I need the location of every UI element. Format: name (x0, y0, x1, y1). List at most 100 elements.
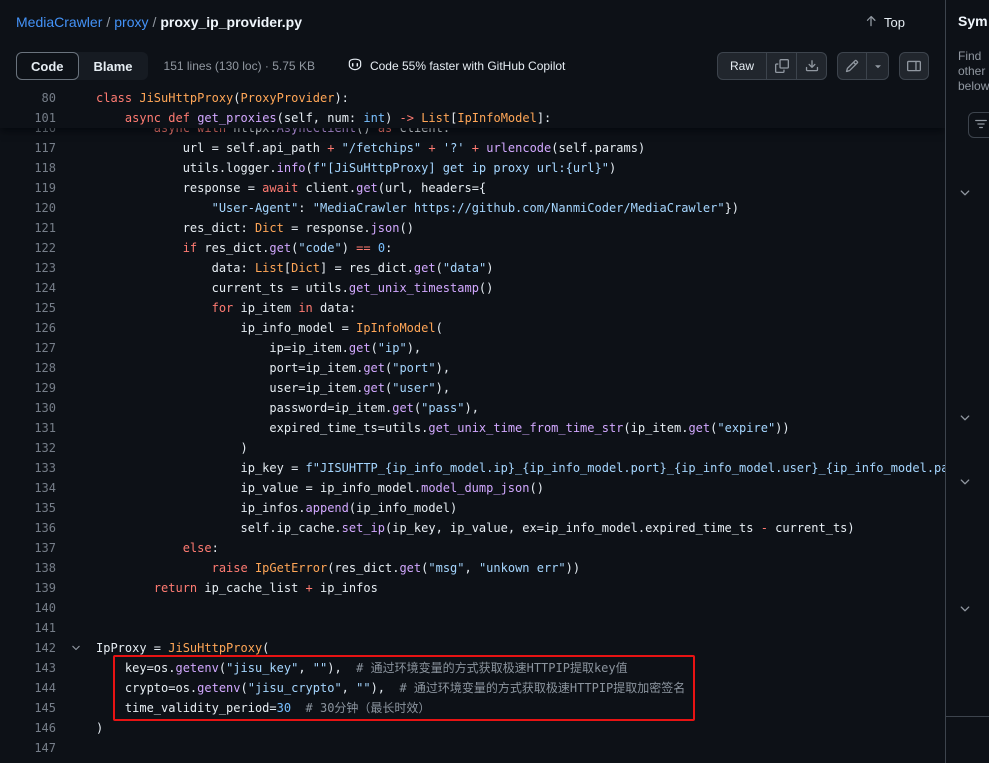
line-number[interactable]: 101 (0, 108, 56, 128)
line-number[interactable]: 131 (0, 418, 56, 438)
line-number[interactable]: 122 (0, 238, 56, 258)
line-number[interactable]: 137 (0, 538, 56, 558)
symbol-expander-icon[interactable] (958, 186, 972, 200)
symbol-expander-icon[interactable] (958, 475, 972, 489)
code-text: self.ip_cache.set_ip(ip_key, ip_value, e… (96, 518, 945, 538)
arrow-up-icon (864, 14, 878, 31)
line-number[interactable]: 123 (0, 258, 56, 278)
fold-gutter (56, 678, 96, 698)
code-text: data: List[Dict] = res_dict.get("data") (96, 258, 945, 278)
line-number[interactable]: 138 (0, 558, 56, 578)
code-line: 138 raise IpGetError(res_dict.get("msg",… (0, 558, 945, 578)
line-number[interactable]: 147 (0, 738, 56, 758)
code-blame-toggle: Code Blame (16, 52, 148, 80)
code-text: ip_infos.append(ip_info_model) (96, 498, 945, 518)
line-number[interactable]: 135 (0, 498, 56, 518)
breadcrumb-repo-link[interactable]: MediaCrawler (16, 14, 102, 30)
line-number[interactable]: 134 (0, 478, 56, 498)
fold-gutter (56, 458, 96, 478)
code-text: ip=ip_item.get("ip"), (96, 338, 945, 358)
download-raw-button[interactable] (797, 52, 827, 80)
line-number[interactable]: 133 (0, 458, 56, 478)
filter-icon (974, 117, 988, 134)
fold-gutter (56, 518, 96, 538)
edit-file-button[interactable] (837, 52, 867, 80)
line-number[interactable]: 145 (0, 698, 56, 718)
line-number[interactable]: 130 (0, 398, 56, 418)
fold-gutter (56, 538, 96, 558)
filter-button[interactable] (968, 112, 989, 138)
breadcrumb-separator: / (152, 14, 156, 30)
breadcrumb-separator: / (106, 14, 110, 30)
raw-button[interactable]: Raw (717, 52, 767, 80)
code-line: 134 ip_value = ip_info_model.model_dump_… (0, 478, 945, 498)
symbols-panel-toggle[interactable] (899, 52, 929, 80)
line-number[interactable]: 126 (0, 318, 56, 338)
symbol-expander-icon[interactable] (958, 602, 972, 616)
line-number[interactable]: 146 (0, 718, 56, 738)
line-number[interactable]: 121 (0, 218, 56, 238)
code-line: 132 ) (0, 438, 945, 458)
sticky-lines: 80class JiSuHttpProxy(ProxyProvider):101… (0, 88, 945, 128)
line-number[interactable]: 119 (0, 178, 56, 198)
code-line: 119 response = await client.get(url, hea… (0, 178, 945, 198)
code-text: if res_dict.get("code") == 0: (96, 238, 945, 258)
line-number[interactable]: 129 (0, 378, 56, 398)
blame-tab[interactable]: Blame (79, 52, 148, 80)
code-text: ip_key = f"JISUHTTP_{ip_info_model.ip}_{… (96, 458, 945, 478)
code-line: 139 return ip_cache_list + ip_infos (0, 578, 945, 598)
fold-gutter (56, 318, 96, 338)
fold-chevron-icon[interactable] (56, 638, 96, 658)
line-number[interactable]: 141 (0, 618, 56, 638)
code-text: res_dict: Dict = response.json() (96, 218, 945, 238)
copilot-banner[interactable]: Code 55% faster with GitHub Copilot (347, 57, 565, 76)
fold-gutter (56, 238, 96, 258)
code-line: 141 (0, 618, 945, 638)
pencil-icon (845, 59, 859, 73)
line-number[interactable]: 120 (0, 198, 56, 218)
panel-divider (946, 716, 989, 717)
back-to-top-label: Top (884, 15, 905, 30)
line-number[interactable]: 132 (0, 438, 56, 458)
code-text: "User-Agent": "MediaCrawler https://gith… (96, 198, 945, 218)
line-number[interactable]: 118 (0, 158, 56, 178)
code-line: 125 for ip_item in data: (0, 298, 945, 318)
fold-gutter (56, 498, 96, 518)
fold-gutter (56, 398, 96, 418)
code-text: time_validity_period=30 # 30分钟（最长时效） (96, 698, 945, 718)
copy-raw-button[interactable] (767, 52, 797, 80)
back-to-top-link[interactable]: Top (864, 14, 905, 31)
line-number[interactable]: 117 (0, 138, 56, 158)
code-line: 122 if res_dict.get("code") == 0: (0, 238, 945, 258)
line-number[interactable]: 136 (0, 518, 56, 538)
code-line: 145 time_validity_period=30 # 30分钟（最长时效） (0, 698, 945, 718)
symbol-expander-icon[interactable] (958, 411, 972, 425)
line-number[interactable]: 139 (0, 578, 56, 598)
download-icon (805, 59, 819, 73)
line-number[interactable]: 140 (0, 598, 56, 618)
line-number[interactable]: 142 (0, 638, 56, 658)
line-number[interactable]: 80 (0, 88, 56, 108)
line-number[interactable]: 125 (0, 298, 56, 318)
fold-gutter (56, 278, 96, 298)
fold-gutter (56, 718, 96, 738)
code-tab[interactable]: Code (16, 52, 79, 80)
toolbar-actions: Raw (717, 52, 929, 80)
file-view: MediaCrawler / proxy / proxy_ip_provider… (0, 0, 945, 763)
fold-gutter (56, 178, 96, 198)
line-number[interactable]: 127 (0, 338, 56, 358)
edit-dropdown-button[interactable] (867, 52, 889, 80)
code-text: ) (96, 438, 945, 458)
code-lines: 116 async with httpx.AsyncClient() as cl… (0, 88, 945, 763)
code-text: expired_time_ts=utils.get_unix_time_from… (96, 418, 945, 438)
line-number[interactable]: 128 (0, 358, 56, 378)
line-number[interactable]: 124 (0, 278, 56, 298)
line-number[interactable]: 144 (0, 678, 56, 698)
fold-gutter (56, 618, 96, 638)
fold-gutter (56, 218, 96, 238)
breadcrumb-folder-link[interactable]: proxy (114, 14, 148, 30)
line-number[interactable]: 143 (0, 658, 56, 678)
fold-gutter (56, 378, 96, 398)
code-line: 147 (0, 738, 945, 758)
fold-gutter (56, 338, 96, 358)
